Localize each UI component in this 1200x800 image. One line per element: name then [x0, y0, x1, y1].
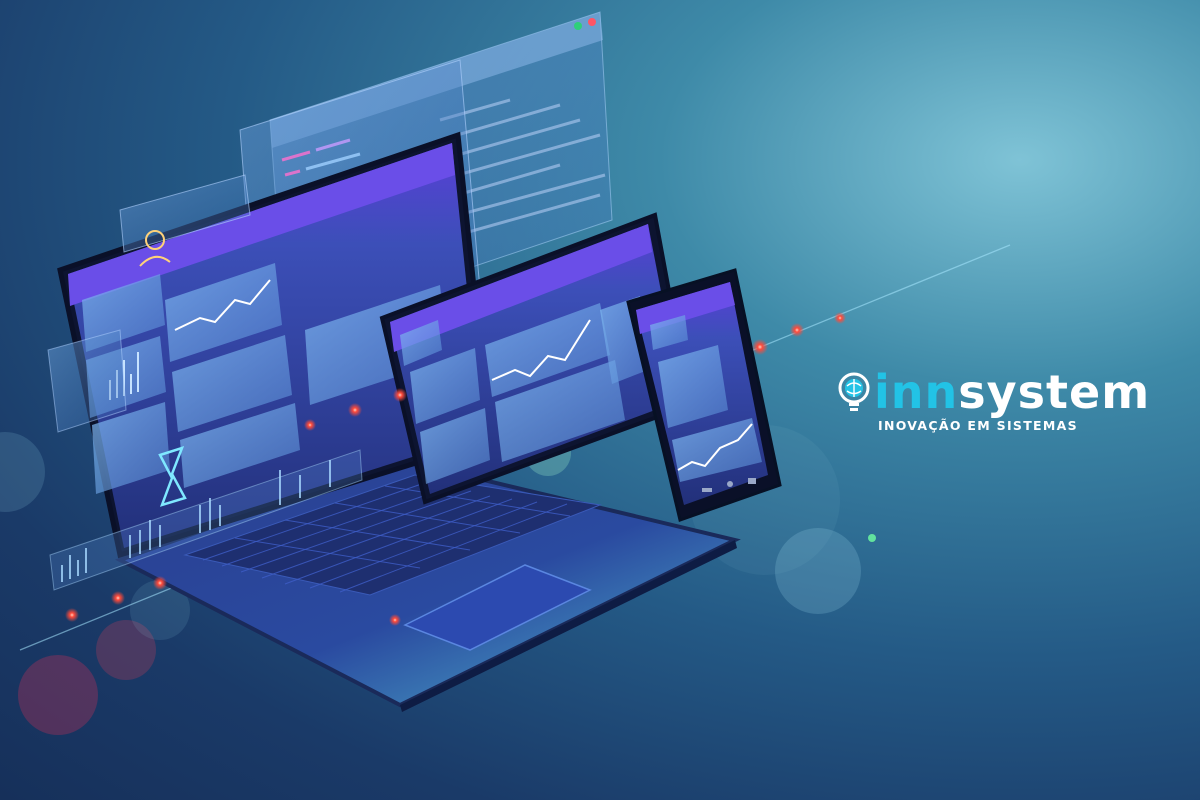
hero-scene: innsystem INOVAÇÃO EM SISTEMAS [0, 0, 1200, 800]
brand-name-part1: inn [874, 365, 959, 419]
lightbulb-icon [838, 372, 870, 411]
brand-name-part2: system [958, 365, 1151, 419]
brand-tagline: INOVAÇÃO EM SISTEMAS [878, 418, 1078, 433]
smartphone [626, 268, 782, 522]
brand-name: innsystem [874, 366, 1150, 418]
window-close-icon [588, 18, 596, 26]
window-button-icon [574, 22, 582, 30]
brand-logo: innsystem INOVAÇÃO EM SISTEMAS [838, 366, 1158, 436]
